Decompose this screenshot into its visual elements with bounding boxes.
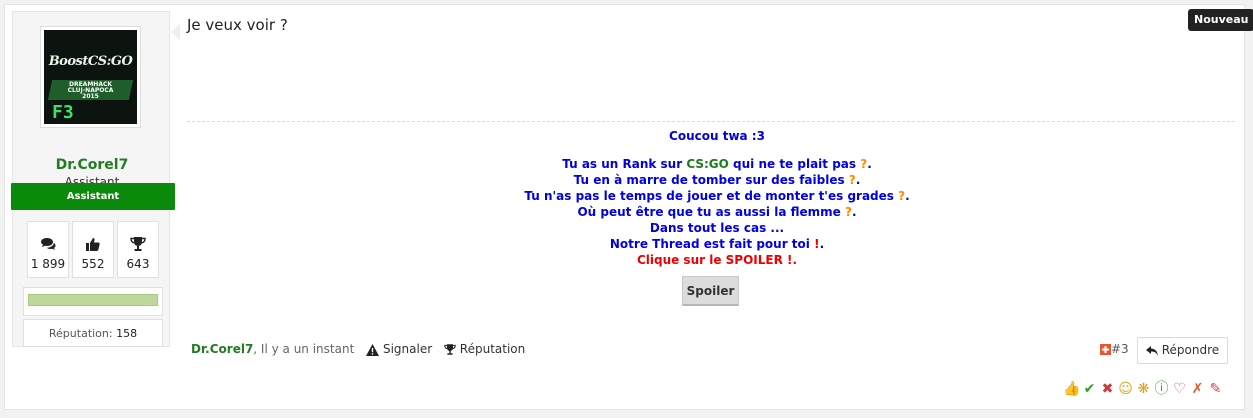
sig-l6-end: . bbox=[819, 237, 825, 251]
signature-spacer bbox=[187, 144, 1247, 156]
sig-l1-c: qui ne te plait pas bbox=[728, 157, 861, 171]
plus-box-icon bbox=[1100, 342, 1111, 356]
trophy-small-icon bbox=[444, 342, 456, 356]
chat-icon bbox=[28, 233, 68, 250]
stat-likes-value: 552 bbox=[81, 257, 105, 271]
reputation-link-label: Réputation bbox=[459, 342, 526, 356]
signature-divider bbox=[187, 121, 1235, 122]
info-icon[interactable]: ⓘ bbox=[1153, 380, 1170, 398]
reputation-meter bbox=[23, 287, 163, 316]
user-ribbon: Assistant bbox=[11, 183, 175, 210]
avatar-logo: F3 bbox=[52, 102, 74, 123]
post-number-link[interactable]: #3 bbox=[1100, 342, 1129, 356]
cross-icon[interactable]: ✗ bbox=[1189, 380, 1206, 398]
reply-icon bbox=[1145, 343, 1158, 357]
sig-l1-a: Tu as un Rank sur bbox=[562, 157, 687, 171]
sig-l1-game: CS:GO bbox=[686, 157, 729, 171]
signature-line-1: Tu as un Rank sur CS:GO qui ne te plait … bbox=[187, 156, 1247, 172]
sig-l4-a: Où peut être que tu as aussi la flemme bbox=[577, 205, 845, 219]
post-footer: Dr.Corel7, Il y a un instant Signaler Ré… bbox=[191, 342, 525, 356]
stat-trophies-value: 643 bbox=[126, 257, 150, 271]
avatar-subtitle: DREAMHACK CLUJ-NAPOCA 2015 bbox=[44, 82, 137, 100]
reputation-box: Réputation: 158 bbox=[23, 319, 163, 347]
trophy-icon bbox=[118, 233, 158, 251]
reply-button[interactable]: Répondre bbox=[1137, 337, 1228, 364]
signature-line-7: Clique sur le SPOILER !. bbox=[636, 253, 798, 267]
message-bubble-arrow bbox=[171, 24, 180, 40]
sig-l4-q: ? bbox=[844, 205, 852, 219]
signature-line-2: Tu en à marre de tomber sur des faibles … bbox=[187, 172, 1247, 188]
signature-line-4: Où peut être que tu as aussi la flemme ?… bbox=[187, 204, 1247, 220]
stat-trophies[interactable]: 643 bbox=[117, 221, 159, 278]
reaction-bar: 👍 ✔ ✖ ☺ ❋ ⓘ ♡ ✗ ✎ bbox=[1063, 380, 1224, 398]
sig-l2-end: . bbox=[855, 173, 861, 187]
sig-l3-end: . bbox=[905, 189, 910, 203]
signature-greeting: Coucou twa :3 bbox=[669, 129, 765, 143]
avatar-sub-3: 2015 bbox=[82, 93, 99, 100]
sig-l2-a: Tu en à marre de tomber sur des faibles bbox=[573, 173, 849, 187]
stat-likes[interactable]: 552 bbox=[72, 221, 114, 278]
sig-l4-end: . bbox=[851, 205, 857, 219]
footer-author-link[interactable]: Dr.Corel7 bbox=[191, 342, 253, 356]
sig-l1-end: . bbox=[867, 157, 872, 171]
sig-l3-a: Tu n'as pas le temps de jouer et de mont… bbox=[524, 189, 899, 203]
like-icon[interactable]: 👍 bbox=[1063, 380, 1080, 398]
thumbs-up-icon bbox=[73, 233, 113, 251]
reputation-label: Réputation: bbox=[48, 327, 113, 340]
reply-label: Répondre bbox=[1161, 343, 1220, 357]
sig-l6-a: Notre Thread est fait pour toi bbox=[609, 237, 815, 251]
signature-line-5: Dans tout les cas ... bbox=[649, 221, 785, 235]
new-badge: Nouveau bbox=[1188, 9, 1253, 31]
reputation-link[interactable]: Réputation bbox=[444, 342, 525, 356]
reputation-meter-fill bbox=[28, 294, 158, 306]
pencil-icon[interactable]: ✎ bbox=[1207, 380, 1224, 398]
post-number: #3 bbox=[1111, 342, 1129, 356]
x-icon[interactable]: ✖ bbox=[1099, 380, 1116, 398]
stat-messages-value: 1 899 bbox=[30, 257, 66, 271]
post-message: Je veux voir ? bbox=[187, 16, 288, 34]
avatar[interactable]: BoostCS:GO DREAMHACK CLUJ-NAPOCA 2015 F3 bbox=[40, 26, 141, 128]
spoiler-button[interactable]: Spoiler bbox=[682, 276, 739, 306]
heart-icon[interactable]: ♡ bbox=[1171, 380, 1188, 398]
award-icon[interactable]: ❋ bbox=[1135, 380, 1152, 398]
smile-icon[interactable]: ☺ bbox=[1117, 380, 1134, 398]
reputation-value: 158 bbox=[116, 327, 138, 340]
post-time[interactable]: , Il y a un instant bbox=[253, 342, 354, 356]
report-label: Signaler bbox=[382, 342, 433, 356]
avatar-title: BoostCS:GO bbox=[48, 54, 133, 69]
sig-l2-q: ? bbox=[848, 173, 856, 187]
signature-line-6: Notre Thread est fait pour toi !. bbox=[187, 236, 1247, 252]
username[interactable]: Dr.Corel7 bbox=[13, 157, 171, 173]
avatar-image: BoostCS:GO DREAMHACK CLUJ-NAPOCA 2015 F3 bbox=[44, 30, 137, 124]
report-link[interactable]: Signaler bbox=[366, 342, 432, 356]
signature: Coucou twa :3 Tu as un Rank sur CS:GO qu… bbox=[187, 128, 1247, 268]
check-icon[interactable]: ✔ bbox=[1081, 380, 1098, 398]
warning-icon bbox=[366, 342, 380, 356]
signature-line-3: Tu n'as pas le temps de jouer et de mont… bbox=[187, 188, 1247, 204]
stat-messages[interactable]: 1 899 bbox=[27, 221, 69, 278]
